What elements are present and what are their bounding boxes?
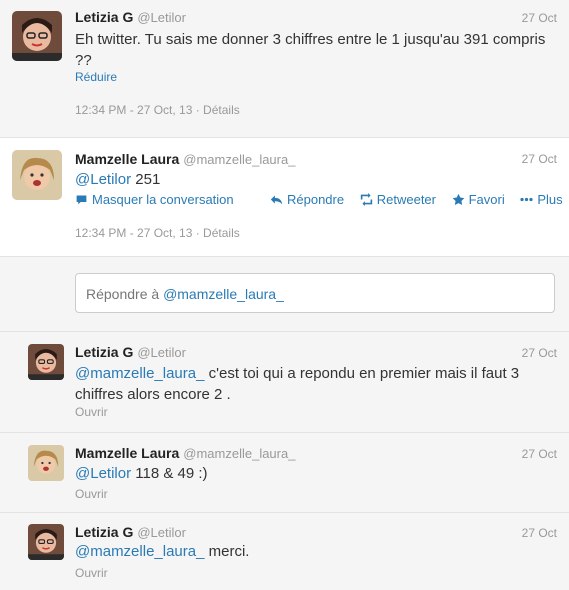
more-dots-icon — [520, 197, 533, 202]
author-name[interactable]: Letizia G @Letilor — [75, 344, 186, 360]
author-handle[interactable]: @Letilor — [137, 525, 186, 540]
more-label: Plus — [537, 192, 563, 207]
conversation-item[interactable]: Letizia G @Letilor 27 Oct @mamzelle_laura… — [0, 332, 569, 432]
author-name[interactable]: Letizia G @Letilor — [75, 524, 186, 540]
favorite-button[interactable]: Favori — [452, 192, 505, 207]
collapse-link[interactable]: Réduire — [75, 70, 117, 84]
author-display-name[interactable]: Mamzelle Laura — [75, 445, 179, 461]
tweet-body: 251 — [131, 171, 161, 188]
author-display-name[interactable]: Mamzelle Laura — [75, 151, 179, 167]
tweet-actions: Masquer la conversation — [75, 192, 246, 209]
author-display-name[interactable]: Letizia G — [75, 9, 133, 25]
mention-link[interactable]: @Letilor — [75, 171, 131, 188]
avatar-letizia[interactable] — [12, 11, 62, 61]
more-button[interactable]: Plus — [520, 192, 563, 207]
tweet-laura-reply[interactable]: Mamzelle Laura @mamzelle_laura_ 27 Oct @L… — [0, 138, 569, 256]
tweet-text: Eh twitter. Tu sais me donner 3 chiffres… — [75, 31, 546, 69]
conversation-item[interactable]: Letizia G @Letilor 27 Oct @mamzelle_laura… — [0, 513, 569, 590]
tweet-letizia-original[interactable]: Letizia G @Letilor 27 Oct Eh twitter. Tu … — [0, 0, 569, 138]
author-name[interactable]: Mamzelle Laura @mamzelle_laura_ — [75, 445, 295, 461]
tweet-text: @mamzelle_laura_ merci. — [75, 541, 535, 562]
tweet-date[interactable]: 27 Oct — [522, 152, 557, 166]
open-link[interactable]: Ouvrir — [75, 405, 108, 419]
tweet-date[interactable]: 27 Oct — [522, 11, 557, 25]
reply-label: Répondre — [287, 192, 345, 207]
tweet-date[interactable]: 27 Oct — [522, 447, 557, 461]
hide-conversation-button[interactable]: Masquer la conversation — [75, 192, 234, 207]
tweet-timestamp[interactable]: 12:34 PM - 27 Oct, 13 · Détails — [75, 226, 240, 240]
reply-button[interactable]: Répondre — [270, 192, 344, 207]
open-link[interactable]: Ouvrir — [75, 487, 108, 501]
mention-link[interactable]: @mamzelle_laura_ — [75, 365, 204, 382]
author-name[interactable]: Letizia G @Letilor — [75, 9, 186, 25]
favorite-label: Favori — [468, 192, 505, 207]
retweet-icon — [360, 193, 372, 206]
tweet-date[interactable]: 27 Oct — [522, 526, 557, 540]
conversation-item[interactable]: Mamzelle Laura @mamzelle_laura_ 27 Oct @L… — [0, 433, 569, 513]
divider — [0, 256, 569, 257]
retweet-label: Retweeter — [376, 192, 436, 207]
avatar-laura[interactable] — [28, 445, 64, 481]
author-display-name[interactable]: Letizia G — [75, 344, 133, 360]
avatar-letizia[interactable] — [28, 344, 64, 380]
retweet-button[interactable]: Retweeter — [360, 192, 436, 207]
avatar-laura[interactable] — [12, 150, 62, 200]
author-handle[interactable]: @Letilor — [137, 345, 186, 360]
tweet-text: @Letilor 118 & 49 :) — [75, 463, 535, 484]
tweet-body: 118 & 49 :) — [131, 465, 208, 482]
tweet-action-buttons: Répondre Retweeter Favori Plus — [270, 192, 569, 209]
avatar-letizia[interactable] — [28, 524, 64, 560]
tweet-text: @mamzelle_laura_ c'est toi qui a repondu… — [75, 363, 535, 405]
author-name[interactable]: Mamzelle Laura @mamzelle_laura_ — [75, 151, 295, 167]
star-icon — [452, 193, 464, 206]
tweet-timestamp[interactable]: 12:34 PM - 27 Oct, 13 · Détails — [75, 103, 240, 117]
mention-link[interactable]: @mamzelle_laura_ — [75, 543, 204, 560]
author-handle[interactable]: @mamzelle_laura_ — [183, 152, 295, 167]
reply-input[interactable]: Répondre à @mamzelle_laura_ — [75, 273, 555, 313]
tweet-text: @Letilor 251 — [75, 169, 555, 190]
tweet-date[interactable]: 27 Oct — [522, 346, 557, 360]
speech-bubble-icon — [76, 195, 87, 205]
author-handle[interactable]: @mamzelle_laura_ — [183, 446, 295, 461]
open-link[interactable]: Ouvrir — [75, 566, 108, 580]
reply-prefix: Répondre à — [86, 286, 164, 302]
tweet-body: merci. — [204, 543, 250, 560]
hide-conversation-label: Masquer la conversation — [92, 192, 234, 207]
reply-arrow-icon — [270, 195, 283, 205]
author-handle[interactable]: @Letilor — [137, 10, 186, 25]
author-display-name[interactable]: Letizia G — [75, 524, 133, 540]
mention-link[interactable]: @Letilor — [75, 465, 131, 482]
reply-mention: @mamzelle_laura_ — [163, 286, 284, 302]
